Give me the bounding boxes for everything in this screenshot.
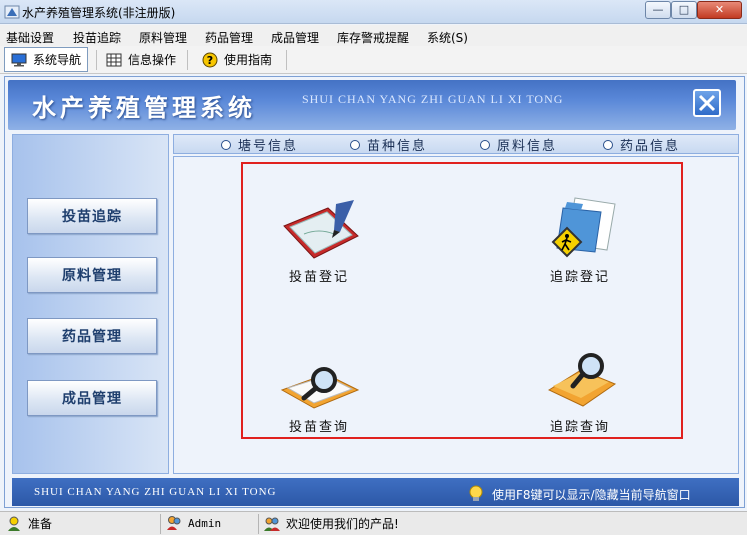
app-icon [4,5,20,19]
nav-drug-mgmt-button[interactable]: 药品管理 [27,318,157,354]
radio-drug-info-label: 药品信息 [620,139,681,154]
nav-seed-tracking-button[interactable]: 投苗追踪 [27,198,157,234]
tool-info-ops[interactable]: 信息操作 [100,47,182,72]
tool-system-nav-label: 系统导航 [33,53,82,67]
radio-circle [480,139,490,150]
users-icon [167,516,181,530]
track-register-label: 追踪登记 [549,270,610,285]
user-icon [8,516,20,531]
status-separator [160,514,161,534]
clipboard-pen-icon [283,200,359,259]
menu-drug-mgmt[interactable]: 药品管理 [205,29,253,46]
radio-circle [350,139,360,150]
seed-query-feature[interactable]: 投苗查询 [254,360,384,435]
radio-seed-info-label: 苗种信息 [367,139,428,154]
left-nav-panel [12,134,169,474]
track-register-feature[interactable]: 追踪登记 [515,192,645,285]
toolbar-separator [187,50,188,70]
users-group-icon [264,517,280,531]
footer-tip: 使用F8键可以显示/隐藏当前导航窗口 [466,484,691,504]
radio-circle [603,139,613,150]
menu-stock-alert[interactable]: 库存警戒提醒 [337,29,409,46]
nav-material-mgmt-button[interactable]: 原料管理 [27,257,157,293]
menu-bar: 基础设置 投苗追踪 原料管理 药品管理 成品管理 库存警戒提醒 系统(S) [0,25,747,46]
status-welcome: 欢迎使用我们的产品! [264,515,399,532]
monitor-icon [11,53,27,66]
footer-english-title: SHUI CHAN YANG ZHI GUAN LI XI TONG [34,486,277,498]
tool-system-nav[interactable]: 系统导航 [4,47,89,72]
banner-subtitle: SHUI CHAN YANG ZHI GUAN LI XI TONG [302,92,564,106]
svg-text:?: ? [207,54,213,67]
banner-title: 水产养殖管理系统 [32,93,256,122]
banner-close-button[interactable] [693,89,721,117]
seed-register-feature[interactable]: 投苗登记 [254,198,384,285]
status-user-name: Admin [188,516,222,530]
menu-product-mgmt[interactable]: 成品管理 [271,29,319,46]
status-separator [258,514,259,534]
lightbulb-icon [469,485,483,501]
title-bar: 水产养殖管理系统(非注册版) — □ ✕ [0,0,747,24]
menu-material-mgmt[interactable]: 原料管理 [139,29,187,46]
nav-product-mgmt-button[interactable]: 成品管理 [27,380,157,416]
track-query-label: 追踪查询 [549,420,610,435]
tool-user-guide[interactable]: ? 使用指南 [196,47,278,72]
track-query-feature[interactable]: 追踪查询 [515,350,645,435]
seed-register-label: 投苗登记 [288,270,349,285]
footer-tip-text: 使用F8键可以显示/隐藏当前导航窗口 [492,487,691,502]
help-icon: ? [202,52,218,67]
toolbar-separator [286,50,287,70]
maximize-button[interactable]: □ [671,1,697,19]
document-magnifier-icon [280,367,360,409]
close-icon [698,94,716,112]
status-ready-text: 准备 [28,517,53,531]
status-ready: 准备 [6,515,52,532]
status-bar: 准备 Admin 欢迎使用我们的产品! [0,511,747,535]
menu-seed-tracking[interactable]: 投苗追踪 [73,29,121,46]
toolbar-separator [96,50,97,70]
radio-circle [221,139,231,150]
folder-magnifier-icon [547,353,617,407]
tool-user-guide-label: 使用指南 [224,53,273,67]
close-button[interactable]: ✕ [697,1,742,19]
seed-query-label: 投苗查询 [288,420,349,435]
radio-pond-info[interactable]: 塘号信息 [221,135,298,154]
window-title: 水产养殖管理系统(非注册版) [22,6,176,20]
minimize-button[interactable]: — [645,1,671,19]
radio-seed-info[interactable]: 苗种信息 [350,135,427,154]
menu-basic-settings[interactable]: 基础设置 [6,29,54,46]
radio-drug-info[interactable]: 药品信息 [603,135,680,154]
status-user: Admin [166,515,221,531]
grid-icon [106,53,122,66]
status-welcome-text: 欢迎使用我们的产品! [286,517,399,531]
tool-info-ops-label: 信息操作 [128,53,177,67]
radio-material-info-label: 原料信息 [497,139,558,154]
toolbar: 系统导航 信息操作 ? 使用指南 [0,46,747,74]
radio-pond-info-label: 塘号信息 [238,139,299,154]
folder-pedestrian-icon [551,197,616,258]
menu-system[interactable]: 系统(S) [427,29,468,46]
radio-material-info[interactable]: 原料信息 [480,135,557,154]
